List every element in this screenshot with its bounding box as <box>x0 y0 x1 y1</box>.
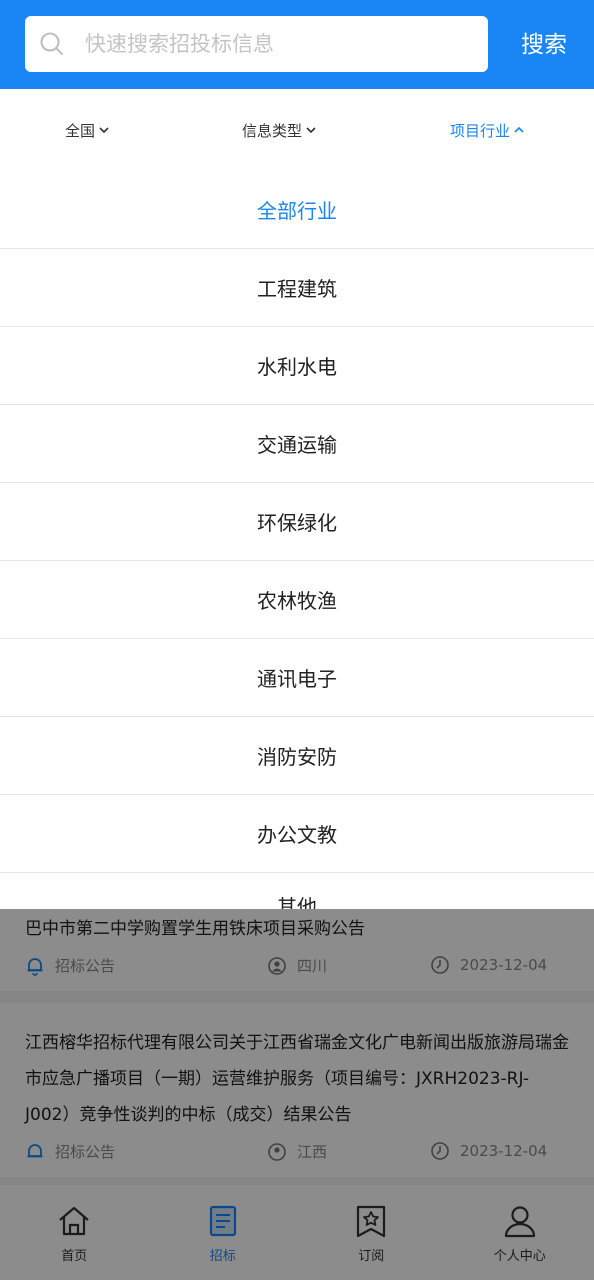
filter-info-type-label: 信息类型 <box>241 121 302 140</box>
industry-option[interactable]: 水利水电 <box>0 327 594 405</box>
list-item-meta: 招标公告 四川 2023-12-04 <box>25 947 569 991</box>
nav-bid[interactable]: 招标 <box>149 1185 298 1280</box>
list-item-meta: 招标公告 江西 2023-12-04 <box>25 1133 569 1177</box>
clock-icon <box>431 956 449 974</box>
filter-industry-label: 项目行业 <box>449 121 510 140</box>
meta-date: 2023-12-04 <box>430 955 547 975</box>
nav-profile-label: 个人中心 <box>493 1249 546 1264</box>
industry-option[interactable]: 办公文教 <box>0 795 594 873</box>
bid-document-icon <box>209 1205 236 1237</box>
bell-icon <box>27 957 43 976</box>
user-icon <box>504 1206 535 1238</box>
filter-industry[interactable]: 项目行业 <box>430 89 545 171</box>
industry-option-all[interactable]: 全部行业 <box>0 171 594 249</box>
industry-option[interactable]: 交通运输 <box>0 405 594 483</box>
meta-type: 招标公告 <box>25 955 115 976</box>
filter-bar: 全国 信息类型 项目行业 <box>0 89 594 171</box>
search-input[interactable] <box>85 16 475 72</box>
bottom-nav: 首页 招标 订阅 个人中心 <box>0 1185 594 1280</box>
meta-type-label: 招标公告 <box>55 957 116 975</box>
nav-home[interactable]: 首页 <box>0 1185 149 1280</box>
chevron-down-icon <box>99 127 109 134</box>
chevron-down-icon <box>306 127 316 134</box>
filter-region-label: 全国 <box>64 121 95 140</box>
list-item[interactable]: 巴中市第二中学购置学生用铁床项目采购公告 招标公告 四川 2023-12-04 <box>0 909 594 991</box>
search-header: 搜索 <box>0 0 594 89</box>
nav-subscribe-label: 订阅 <box>358 1249 385 1264</box>
meta-date: 2023-12-04 <box>430 1141 547 1161</box>
nav-subscribe[interactable]: 订阅 <box>297 1185 446 1280</box>
industry-option[interactable]: 其他 <box>0 873 594 909</box>
meta-type-label: 招标公告 <box>55 1143 116 1161</box>
meta-type: 招标公告 <box>25 1141 115 1162</box>
filter-region[interactable]: 全国 <box>30 89 145 171</box>
nav-profile[interactable]: 个人中心 <box>446 1185 594 1280</box>
meta-region: 江西 <box>267 1141 327 1162</box>
industry-option[interactable]: 通讯电子 <box>0 639 594 717</box>
list-item[interactable]: 江西榕华招标代理有限公司关于江西省瑞金文化广电新闻出版旅游局瑞金市应急广播项目（… <box>0 1003 594 1177</box>
nav-bid-label: 招标 <box>209 1249 236 1264</box>
bid-list: 巴中市第二中学购置学生用铁床项目采购公告 招标公告 四川 2023-12-04 … <box>0 909 594 1185</box>
list-item-title: 巴中市第二中学购置学生用铁床项目采购公告 <box>25 919 365 939</box>
meta-date-label: 2023-12-04 <box>460 956 548 974</box>
meta-region-label: 江西 <box>297 1143 328 1161</box>
subscribe-bookmark-icon <box>357 1205 386 1238</box>
meta-region: 四川 <box>267 955 327 976</box>
location-icon <box>268 1142 286 1161</box>
list-item-title: 江西榕华招标代理有限公司关于江西省瑞金文化广电新闻出版旅游局瑞金市应急广播项目（… <box>25 1033 569 1125</box>
clock-icon <box>431 1142 449 1160</box>
bell-icon <box>27 1143 43 1157</box>
industry-option[interactable]: 环保绿化 <box>0 483 594 561</box>
industry-option[interactable]: 农林牧渔 <box>0 561 594 639</box>
location-icon <box>268 956 286 975</box>
search-box[interactable] <box>25 16 488 72</box>
search-icon <box>40 32 63 55</box>
filter-info-type[interactable]: 信息类型 <box>222 89 337 171</box>
meta-region-label: 四川 <box>297 957 328 975</box>
industry-option[interactable]: 消防安防 <box>0 717 594 795</box>
search-button[interactable]: 搜索 <box>506 22 582 68</box>
industry-option[interactable]: 工程建筑 <box>0 249 594 327</box>
chevron-up-icon <box>514 126 524 133</box>
home-icon <box>59 1206 89 1236</box>
industry-dropdown: 全部行业 工程建筑 水利水电 交通运输 环保绿化 农林牧渔 通讯电子 消防安防 … <box>0 171 594 909</box>
nav-home-label: 首页 <box>61 1249 88 1264</box>
meta-date-label: 2023-12-04 <box>460 1142 548 1160</box>
